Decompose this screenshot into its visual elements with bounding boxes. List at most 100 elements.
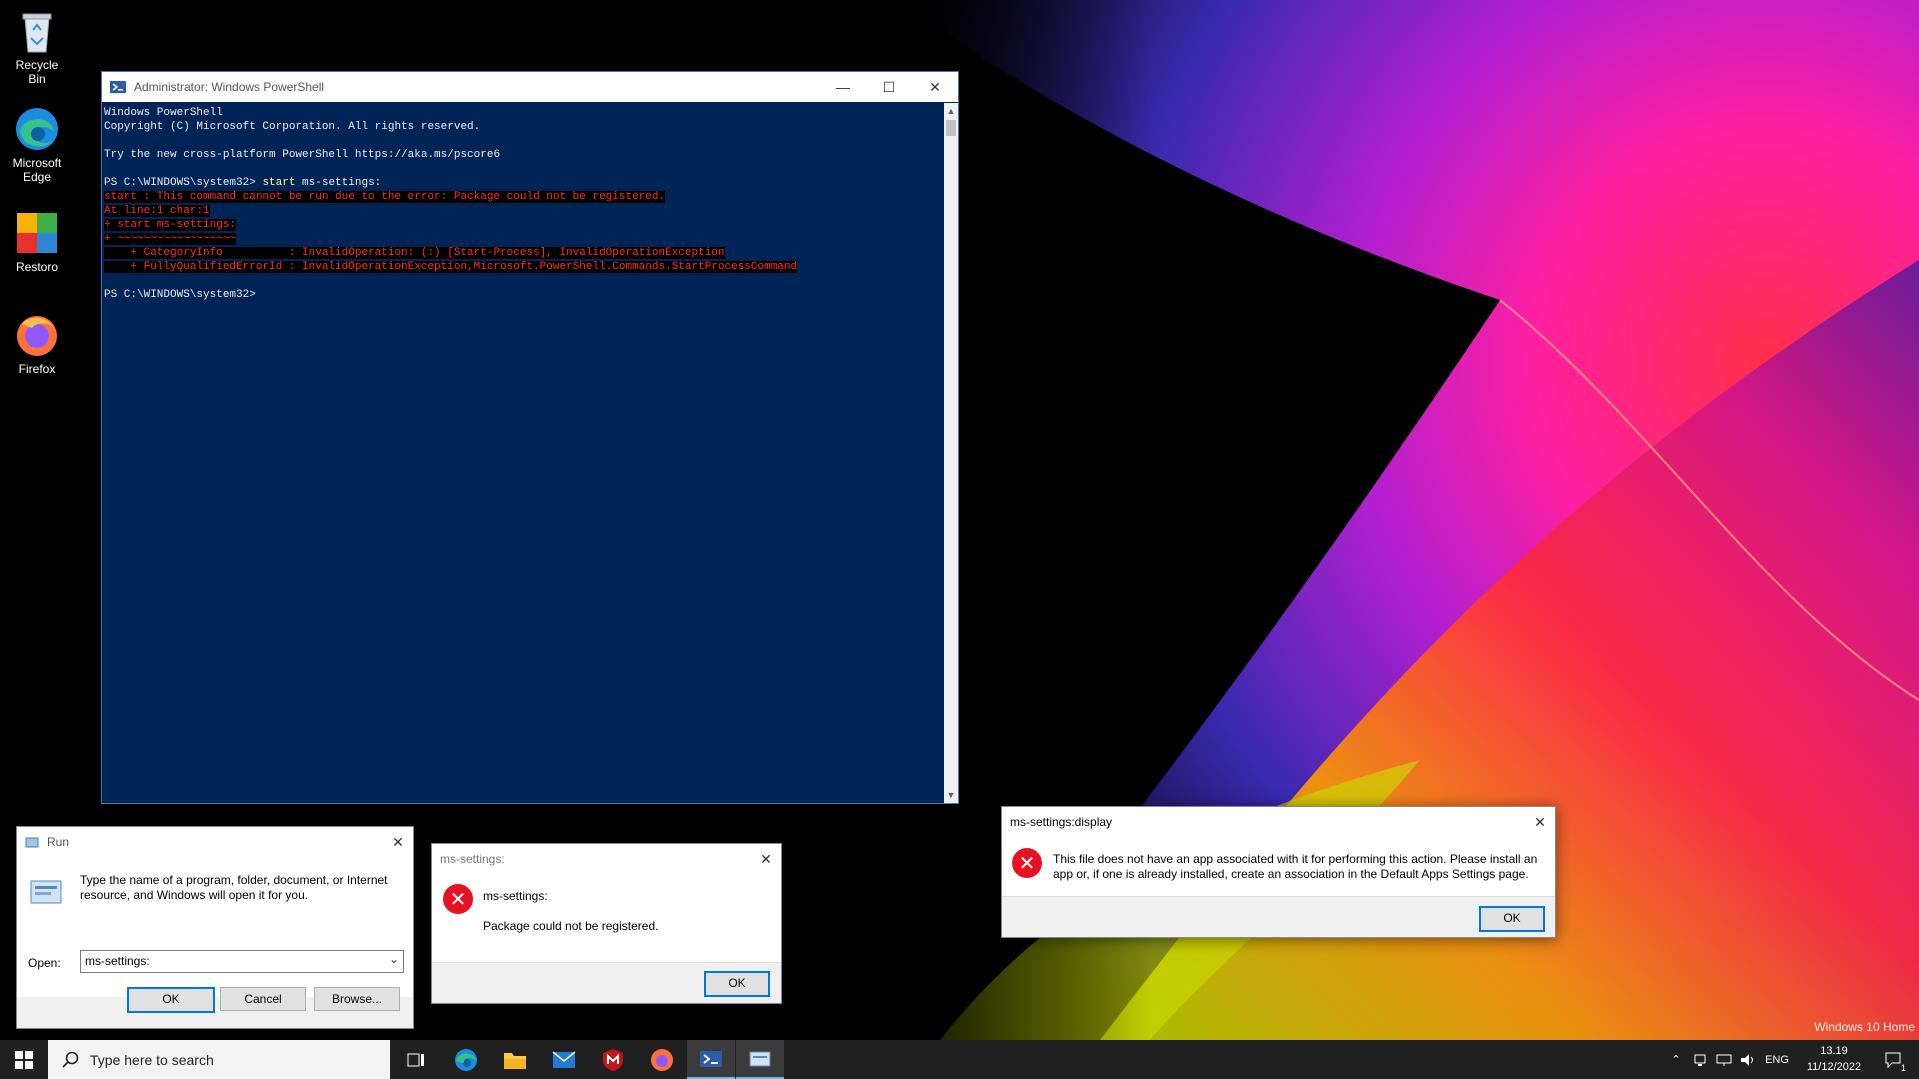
run-icon — [749, 1051, 771, 1066]
desktop-icon-restoro[interactable]: Restoro — [6, 210, 68, 274]
ms-settings-error-dialog[interactable]: ms-settings: ✕ ✕ ms-settings: Package co… — [431, 843, 782, 1004]
windows-edition-watermark: Windows 10 Home — [1814, 1020, 1915, 1034]
ethernet-icon — [1716, 1054, 1732, 1066]
error-message: This file does not have an app associate… — [1053, 852, 1538, 881]
run-titlebar[interactable]: Run ✕ — [17, 827, 413, 857]
chevron-down-icon[interactable]: ⌄ — [389, 952, 399, 966]
action-center-button[interactable]: 1 — [1876, 1040, 1910, 1079]
browse-button[interactable]: Browse... — [314, 987, 400, 1011]
open-label: Open: — [28, 956, 61, 970]
network-icon — [1694, 1054, 1706, 1066]
close-button[interactable]: ✕ — [383, 827, 413, 857]
notification-icon — [1885, 1052, 1901, 1068]
show-hidden-icons-button[interactable]: ⌃ — [1664, 1040, 1688, 1079]
console-text: Try the new cross-platform PowerShell ht… — [104, 149, 501, 161]
powershell-window[interactable]: Administrator: Windows PowerShell — ☐ ✕ … — [101, 71, 959, 804]
console-line: + ~~~~~~~~~~~~~~~~~~ — [104, 232, 944, 246]
run-body: Type the name of a program, folder, docu… — [17, 857, 413, 997]
scroll-thumb[interactable] — [946, 120, 956, 136]
taskbar-edge[interactable] — [442, 1040, 490, 1079]
error-heading: ms-settings: — [483, 889, 548, 903]
console-error-text: At line:1 char:1 — [104, 205, 210, 217]
desktop-icon-recycle-bin[interactable]: Recycle Bin — [6, 8, 68, 86]
powershell-icon — [110, 81, 126, 93]
tray-network[interactable] — [1712, 1040, 1736, 1079]
restoro-icon — [17, 213, 57, 253]
firefox-icon — [17, 316, 57, 356]
taskbar-firefox[interactable] — [638, 1040, 686, 1079]
close-button[interactable]: ✕ — [912, 72, 958, 102]
open-combobox[interactable]: ms-settings: ⌄ — [80, 950, 404, 973]
ok-button[interactable]: OK — [1479, 906, 1545, 932]
search-icon — [62, 1051, 79, 1068]
console-line — [104, 162, 944, 176]
taskbar-powershell[interactable] — [687, 1040, 735, 1079]
notification-count: 1 — [1900, 1063, 1906, 1073]
edge-icon — [16, 108, 58, 150]
powershell-titlebar[interactable]: Administrator: Windows PowerShell — ☐ ✕ — [102, 72, 958, 102]
console-error-text: + start ms-settings: — [104, 219, 237, 231]
maximize-button[interactable]: ☐ — [866, 72, 912, 102]
task-view-button[interactable] — [392, 1040, 440, 1079]
console-line: PS C:\WINDOWS\system32> start ms-setting… — [104, 176, 944, 190]
start-button[interactable] — [0, 1040, 48, 1079]
run-dialog[interactable]: Run ✕ Type the name of a program, folder… — [16, 826, 414, 1029]
mail-icon — [552, 1050, 576, 1068]
search-placeholder: Type here to search — [90, 1051, 214, 1068]
search-box[interactable]: Type here to search — [48, 1040, 390, 1079]
console-text: PS C:\WINDOWS\system32> — [104, 289, 256, 301]
desktop-icon-label: Microsoft Edge — [12, 156, 62, 184]
close-button[interactable]: ✕ — [1525, 807, 1555, 837]
tray-volume[interactable] — [1736, 1040, 1760, 1079]
scroll-up-icon[interactable]: ▲ — [944, 103, 958, 119]
language-indicator[interactable]: ENG — [1762, 1040, 1792, 1079]
dialog-titlebar[interactable]: ms-settings:display ✕ — [1002, 807, 1555, 837]
taskbar-mcafee[interactable] — [589, 1040, 637, 1079]
vertical-scrollbar[interactable]: ▲ ▼ — [944, 103, 958, 803]
console-line: Try the new cross-platform PowerShell ht… — [104, 148, 944, 162]
desktop-icon-firefox[interactable]: Firefox — [6, 312, 68, 376]
dialog-footer: OK — [1002, 896, 1555, 937]
window-title: Administrator: Windows PowerShell — [134, 80, 325, 94]
desktop-icon-edge[interactable]: Microsoft Edge — [6, 106, 68, 184]
console-line — [104, 274, 944, 288]
taskbar-mail[interactable] — [540, 1040, 588, 1079]
error-icon: ✕ — [1012, 848, 1042, 878]
console-argument: ms-settings: — [295, 177, 382, 189]
scroll-down-icon[interactable]: ▼ — [944, 787, 958, 803]
console-error-text: + CategoryInfo : InvalidOperation: (:) [… — [104, 247, 725, 259]
console-line: + FullyQualifiedErrorId : InvalidOperati… — [104, 260, 944, 274]
console-line: + CategoryInfo : InvalidOperation: (:) [… — [104, 246, 944, 260]
close-button[interactable]: ✕ — [751, 844, 781, 874]
run-app-icon — [30, 880, 62, 904]
dialog-title: ms-settings:display — [1010, 815, 1113, 829]
windows-logo-icon — [15, 1050, 33, 1069]
console-line: PS C:\WINDOWS\system32> — [104, 288, 944, 302]
desktop-icon-label: Firefox — [18, 362, 56, 376]
run-description: Type the name of a program, folder, docu… — [80, 873, 388, 902]
clock[interactable]: 13.19 11/12/2022 — [1799, 1043, 1869, 1075]
console-line: Copyright (C) Microsoft Corporation. All… — [104, 120, 944, 134]
firefox-icon — [651, 1048, 673, 1071]
ok-button[interactable]: OK — [704, 971, 770, 997]
chevron-up-icon: ⌃ — [1671, 1054, 1681, 1066]
task-view-icon — [407, 1053, 424, 1066]
dialog-titlebar[interactable]: ms-settings: ✕ — [432, 844, 781, 874]
ms-settings-display-error-dialog[interactable]: ms-settings:display ✕ ✕ This file does n… — [1001, 806, 1556, 938]
minimize-button[interactable]: — — [820, 72, 866, 102]
taskbar: Type here to search ⌃ ENG 13.19 11/12/20… — [0, 1040, 1919, 1079]
open-input[interactable]: ms-settings: — [85, 954, 150, 968]
tray-wifi-icon[interactable] — [1688, 1040, 1712, 1079]
powershell-console[interactable]: Windows PowerShell Copyright (C) Microsof… — [102, 103, 944, 803]
console-text: Copyright (C) Microsoft Corporation. All… — [104, 121, 481, 133]
cancel-button[interactable]: Cancel — [220, 987, 306, 1011]
ok-button[interactable]: OK — [127, 987, 215, 1013]
taskbar-run[interactable] — [736, 1040, 784, 1079]
console-command: start — [262, 177, 296, 189]
taskbar-file-explorer[interactable] — [491, 1040, 539, 1079]
error-icon: ✕ — [443, 884, 473, 914]
folder-icon — [504, 1052, 526, 1069]
dialog-footer: OK — [432, 962, 781, 1003]
